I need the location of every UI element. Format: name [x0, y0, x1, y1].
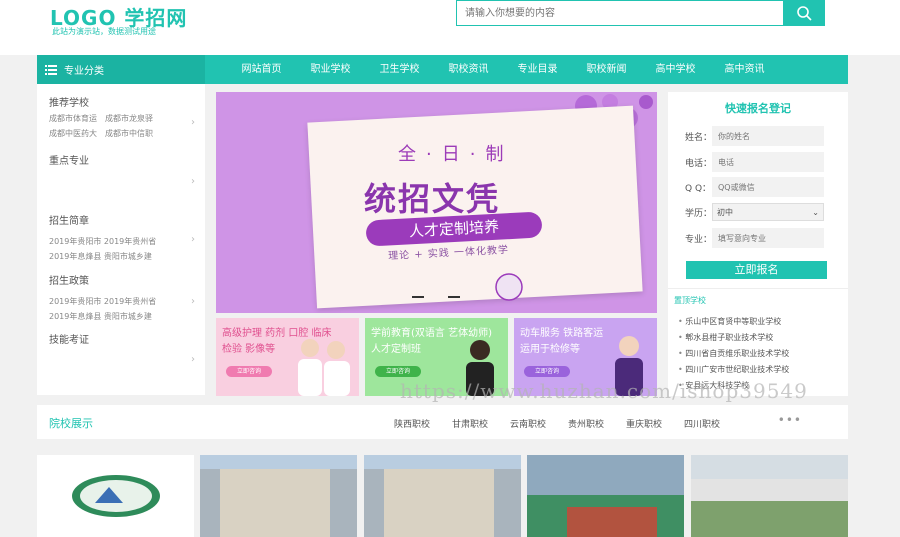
sidebar-link-row[interactable]: 成都市体育运 成都市龙泉驿	[49, 114, 153, 124]
main-navbar: 专业分类 网站首页 职业学校 卫生学校 职校资讯 专业目录 职校新闻 高中学校 …	[37, 55, 848, 84]
more-icon[interactable]: •••	[778, 413, 802, 427]
school-photo-1[interactable]	[200, 455, 357, 537]
search-button[interactable]	[783, 0, 825, 26]
category-menu-button[interactable]: 专业分类	[37, 55, 205, 84]
sidebar-section-admission-policy[interactable]: 招生政策 2019年贵阳市 2019年贵州省 2019年息烽县 贵阳市城乡建	[49, 272, 156, 322]
category-sidebar: 推荐学校 成都市体育运 成都市龙泉驿 成都中医药大 成都市中信职 › 重点专业 …	[37, 84, 205, 395]
schools-title: 院校展示	[49, 417, 93, 430]
nav-item-high-school-info[interactable]: 高中资讯	[710, 55, 779, 84]
major-row: 专业：	[685, 228, 824, 248]
sidebar-link-row[interactable]: 2019年贵阳市 2019年贵州省	[49, 237, 156, 247]
education-row: 学历： 初中 ⌄	[685, 203, 824, 221]
nav-item-vocational-info[interactable]: 职校资讯	[434, 55, 503, 84]
school-photo-3[interactable]	[527, 455, 684, 537]
watermark: https://www.huzhan.com/ishop39549	[400, 379, 808, 403]
search-input[interactable]	[456, 0, 784, 26]
seal-stamp-icon	[495, 273, 523, 301]
list-item[interactable]: 郫水县柑子职业技术学校	[678, 330, 789, 346]
nav-item-home[interactable]: 网站首页	[227, 55, 296, 84]
schools-showcase-bar: 院校展示 陕西职校 甘肃职校 云南职校 贵州职校 重庆职校 四川职校 •••	[37, 405, 848, 439]
consult-button[interactable]: 立即咨询	[375, 366, 421, 377]
phone-label: 电话：	[685, 158, 713, 169]
nav-items: 网站首页 职业学校 卫生学校 职校资讯 专业目录 职校新闻 高中学校 高中资讯	[227, 55, 779, 84]
schools-tabs: 陕西职校 甘肃职校 云南职校 贵州职校 重庆职校 四川职校	[394, 417, 742, 430]
chevron-down-icon: ⌄	[812, 207, 819, 217]
promo-line: 运用于检修等	[520, 344, 580, 355]
list-item[interactable]: 乐山中区育贤中等职业学校	[678, 314, 789, 330]
category-label: 专业分类	[64, 66, 104, 77]
consult-button[interactable]: 立即咨询	[524, 366, 570, 377]
qq-field[interactable]	[712, 177, 824, 197]
chevron-right-icon: ›	[191, 354, 195, 365]
nav-item-vocational-schools[interactable]: 职业学校	[296, 55, 365, 84]
promo-card-nursing[interactable]: 高级护理 药剂 口腔 临床 检验 影像等 立即咨询	[216, 318, 359, 396]
school-photo-2[interactable]	[364, 455, 521, 537]
promo-line: 动车服务 铁路客运	[520, 328, 604, 339]
qq-row: Q Q：	[685, 177, 824, 197]
sidebar-section-title: 招生简章	[49, 216, 89, 227]
search-icon	[797, 6, 812, 21]
phone-row: 电话：	[685, 152, 824, 172]
top-schools-title: 置顶学校	[674, 296, 706, 305]
doctor-figure-icon	[298, 339, 350, 396]
carousel-dot-1[interactable]	[412, 296, 424, 298]
major-label: 专业：	[685, 234, 713, 245]
school-emblem-icon	[72, 475, 160, 517]
tab-yunnan[interactable]: 云南职校	[510, 417, 568, 430]
education-select[interactable]: 初中 ⌄	[712, 203, 824, 221]
hero-banner[interactable]: 全·日·制 统招文凭 人才定制培养 理论 + 实践 一体化教学	[216, 92, 657, 313]
divider	[668, 288, 848, 289]
sidebar-link-row[interactable]: 2019年息烽县 贵阳市城乡建	[49, 252, 156, 262]
nav-item-major-directory[interactable]: 专业目录	[503, 55, 572, 84]
nav-item-health-schools[interactable]: 卫生学校	[365, 55, 434, 84]
tab-sichuan[interactable]: 四川职校	[684, 417, 742, 430]
chevron-right-icon: ›	[191, 234, 195, 245]
promo-text: 动车服务 铁路客运 运用于检修等	[520, 326, 603, 358]
logo-subtitle: 此站为演示站，数据测试用途	[52, 27, 156, 36]
school-photo-4[interactable]	[691, 455, 848, 537]
sidebar-section-title: 技能考证	[49, 335, 89, 346]
banner-main-text: 统招文凭	[364, 180, 501, 218]
sidebar-link-row[interactable]: 2019年息烽县 贵阳市城乡建	[49, 312, 156, 322]
sidebar-section-key-majors[interactable]: 重点专业	[49, 152, 89, 167]
chevron-right-icon: ›	[191, 117, 195, 128]
chevron-right-icon: ›	[191, 296, 195, 307]
sidebar-section-skill-certs[interactable]: 技能考证	[49, 331, 89, 346]
carousel-dot-2[interactable]	[448, 296, 460, 298]
list-item[interactable]: 四川广安市世纪职业技术学校	[678, 362, 789, 378]
consult-button[interactable]: 立即咨询	[226, 366, 272, 377]
sidebar-section-admission-guide[interactable]: 招生简章 2019年贵阳市 2019年贵州省 2019年息烽县 贵阳市城乡建	[49, 212, 156, 262]
site-header: LOGO 学招网 此站为演示站，数据测试用途	[0, 0, 900, 55]
major-field[interactable]	[712, 228, 824, 248]
tab-shaanxi[interactable]: 陕西职校	[394, 417, 452, 430]
education-value: 初中	[717, 207, 733, 217]
nav-item-high-schools[interactable]: 高中学校	[641, 55, 710, 84]
menu-icon	[45, 64, 57, 75]
education-label: 学历：	[685, 208, 713, 219]
registration-title: 快速报名登记	[725, 102, 791, 115]
sidebar-link-row[interactable]: 成都中医药大 成都市中信职	[49, 129, 153, 139]
sidebar-section-title: 推荐学校	[49, 98, 89, 109]
sidebar-link-row[interactable]: 2019年贵阳市 2019年贵州省	[49, 297, 156, 307]
name-label: 姓名：	[685, 132, 713, 143]
sidebar-section-title: 重点专业	[49, 156, 89, 167]
sidebar-section-title: 招生政策	[49, 276, 89, 287]
chevron-right-icon: ›	[191, 176, 195, 187]
name-field[interactable]	[712, 126, 824, 146]
tab-guizhou[interactable]: 贵州职校	[568, 417, 626, 430]
tab-gansu[interactable]: 甘肃职校	[452, 417, 510, 430]
school-logo-card[interactable]	[37, 455, 194, 537]
list-item[interactable]: 四川省自贡维乐职业技术学校	[678, 346, 789, 362]
register-submit-button[interactable]: 立即报名	[686, 261, 827, 279]
name-row: 姓名：	[685, 126, 824, 146]
phone-field[interactable]	[712, 152, 824, 172]
banner-top-text: 全·日·制	[398, 144, 514, 165]
quick-registration-panel: 快速报名登记 姓名： 电话： Q Q： 学历： 初中 ⌄ 专业： 立即报名 置顶…	[668, 92, 848, 396]
sidebar-section-recommended[interactable]: 推荐学校 成都市体育运 成都市龙泉驿 成都中医药大 成都市中信职	[49, 94, 153, 139]
qq-label: Q Q：	[685, 183, 712, 194]
tab-chongqing[interactable]: 重庆职校	[626, 417, 684, 430]
nav-item-vocational-news[interactable]: 职校新闻	[572, 55, 641, 84]
